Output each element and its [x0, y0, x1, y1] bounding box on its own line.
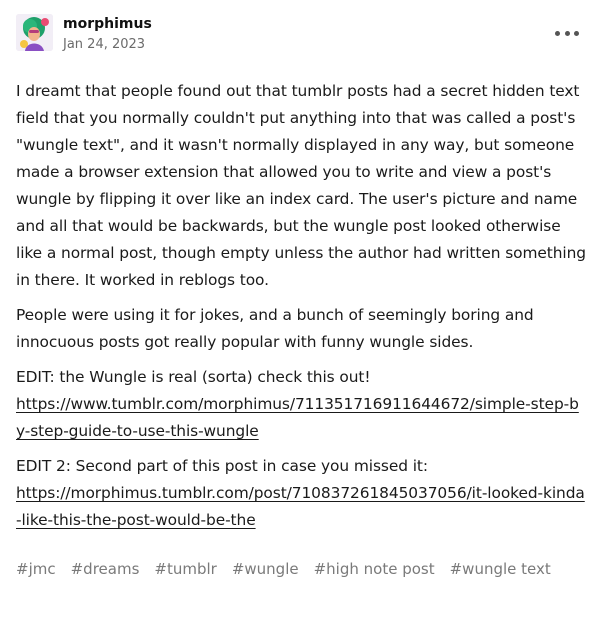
tag[interactable]: #tumblr — [154, 560, 216, 578]
dot-icon — [564, 30, 570, 36]
tag[interactable]: #jmc — [16, 560, 56, 578]
tag[interactable]: #wungle text — [450, 560, 551, 578]
post-author[interactable]: morphimus — [63, 16, 152, 32]
edit-link[interactable]: https://morphimus.tumblr.com/post/710837… — [16, 484, 585, 529]
post-paragraph: People were using it for jokes, and a bu… — [16, 306, 534, 351]
tag[interactable]: #dreams — [71, 560, 140, 578]
tumblr-post: morphimus Jan 24, 2023 I dreamt that peo… — [0, 0, 603, 642]
edit-label: EDIT: the Wungle is real (sorta) check t… — [16, 368, 371, 386]
edit-section: EDIT 2: Second part of this post in case… — [16, 453, 587, 534]
dot-icon — [555, 30, 560, 36]
more-options-icon[interactable] — [555, 26, 579, 40]
edit-link[interactable]: https://www.tumblr.com/morphimus/7113517… — [16, 395, 579, 440]
post-paragraph: I dreamt that people found out that tumb… — [16, 82, 586, 289]
post-header: morphimus Jan 24, 2023 — [16, 14, 587, 60]
avatar-icon — [16, 14, 53, 51]
edit-label: EDIT 2: Second part of this post in case… — [16, 457, 428, 475]
tag[interactable]: #high note post — [314, 560, 435, 578]
tag[interactable]: #wungle — [232, 560, 299, 578]
post-date: Jan 24, 2023 — [63, 37, 146, 52]
dot-icon — [574, 30, 579, 36]
edit-section: EDIT: the Wungle is real (sorta) check t… — [16, 364, 587, 445]
post-body: I dreamt that people found out that tumb… — [16, 78, 587, 534]
avatar[interactable] — [16, 14, 53, 51]
tag-list: #jmc #dreams #tumblr #wungle #high note … — [16, 560, 587, 578]
